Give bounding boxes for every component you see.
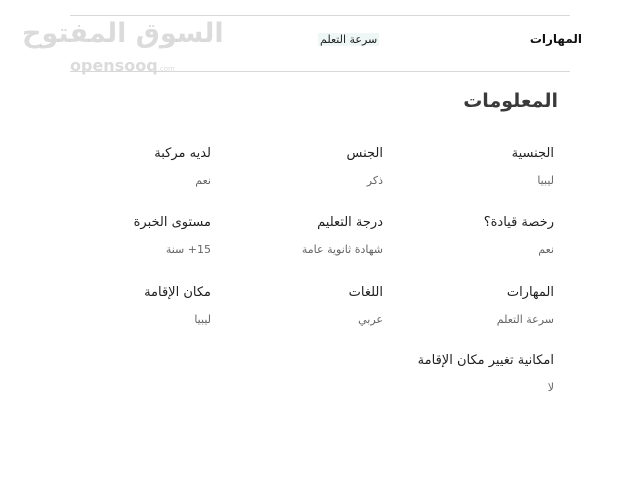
section-divider <box>70 71 570 72</box>
field-label: مكان الإقامة <box>144 285 211 300</box>
field-residence: مكان الإقامة ليبيا <box>0 285 211 326</box>
profile-info-page: السوق المفتوح opensooq.com المهارات سرعة… <box>0 0 640 480</box>
information-section-title: المعلومات <box>463 90 558 112</box>
field-value: نعم <box>195 174 211 187</box>
watermark-latin-text: opensooq.com <box>70 56 175 75</box>
field-label: مستوى الخبرة <box>133 215 211 230</box>
skills-header-label: المهارات <box>529 32 582 46</box>
field-label: لديه مركبة <box>154 146 211 161</box>
field-value: 15+ سنة <box>165 243 211 256</box>
field-label: امكانية تغيير مكان الإقامة <box>417 353 554 368</box>
field-experience: مستوى الخبرة 15+ سنة <box>0 215 211 256</box>
opensooq-watermark-logo: السوق المفتوح opensooq.com <box>22 16 225 78</box>
watermark-arabic-text: السوق المفتوح <box>22 18 225 49</box>
skills-header-value: سرعة التعلم <box>318 33 380 46</box>
field-relocation: امكانية تغيير مكان الإقامة لا <box>334 353 554 394</box>
top-divider <box>70 15 570 16</box>
field-value: لا <box>547 381 554 394</box>
field-has-vehicle: لديه مركبة نعم <box>0 146 211 187</box>
field-value: ليبيا <box>194 313 211 326</box>
